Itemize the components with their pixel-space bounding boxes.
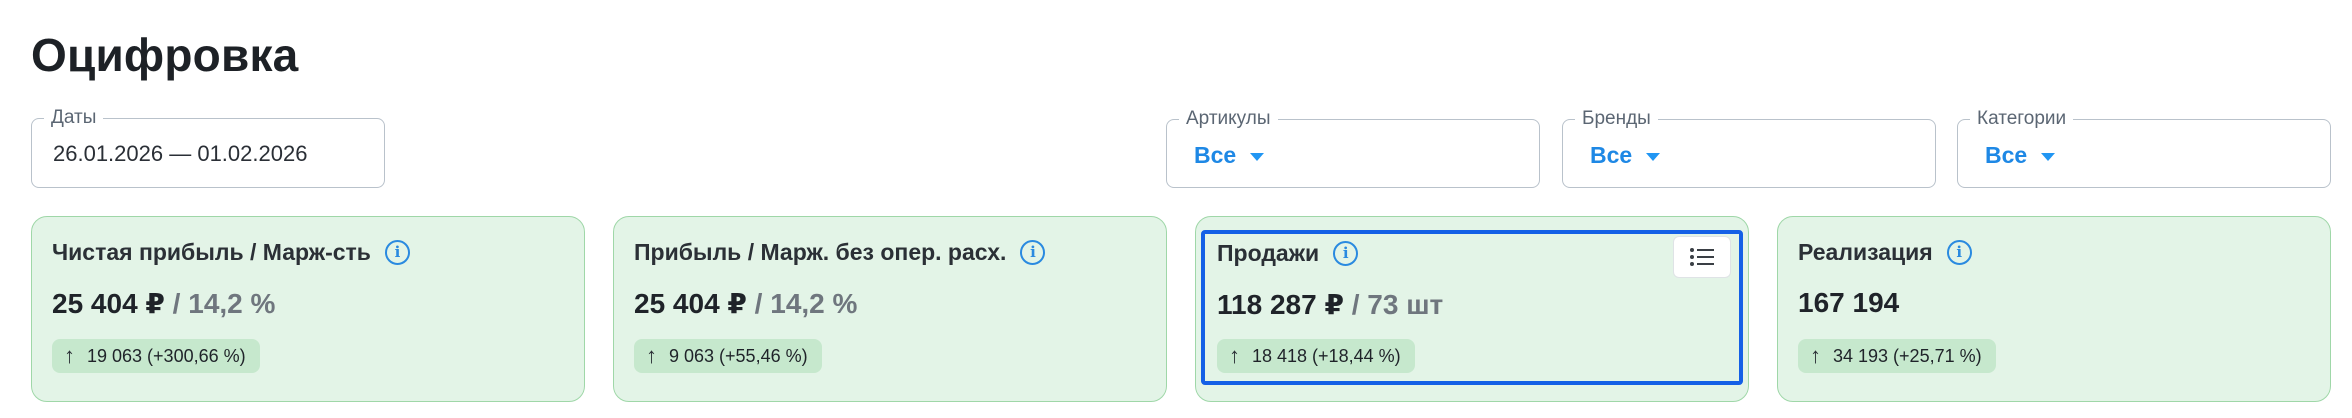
brands-select[interactable]: Бренды Все — [1562, 108, 1936, 188]
articles-label: Артикулы — [1179, 108, 1278, 130]
arrow-up-icon: ↑ — [64, 343, 75, 368]
arrow-up-icon: ↑ — [1229, 343, 1240, 368]
list-icon — [1690, 248, 1714, 266]
delta-badge: ↑ 19 063 (+300,66 %) — [52, 339, 260, 373]
brands-value: Все — [1590, 142, 1633, 168]
info-icon[interactable]: i — [384, 240, 410, 265]
articles-value: Все — [1194, 142, 1237, 168]
date-range-label: Даты — [44, 107, 104, 129]
card-value: 167 194 — [1798, 287, 1900, 318]
card-title: Прибыль / Марж. без опер. расх. — [634, 239, 1007, 265]
metric-card-realization[interactable]: Реализация i 167 194 ↑ 34 193 (+25,71 %) — [1777, 216, 2331, 402]
categories-label: Категории — [1970, 108, 2074, 130]
metric-card-profit-before-opex[interactable]: Прибыль / Марж. без опер. расх. i 25 404… — [613, 216, 1167, 402]
delta-badge: ↑ 18 418 (+18,44 %) — [1217, 339, 1415, 373]
brands-label: Бренды — [1575, 108, 1658, 130]
info-icon[interactable]: i — [1020, 240, 1046, 265]
arrow-up-icon: ↑ — [646, 343, 657, 368]
card-value: 118 287 ₽ / 73 шт — [1217, 289, 1444, 320]
arrow-up-icon: ↑ — [1810, 343, 1821, 368]
date-range-value: 26.01.2026 — 01.02.2026 — [53, 141, 308, 166]
chevron-down-icon — [2041, 152, 2056, 161]
categories-value: Все — [1985, 142, 2028, 168]
card-value: 25 404 ₽ / 14,2 % — [634, 288, 858, 319]
articles-select[interactable]: Артикулы Все — [1166, 108, 1540, 188]
card-title: Чистая прибыль / Марж-сть — [52, 239, 371, 265]
info-icon[interactable]: i — [1333, 241, 1359, 266]
chevron-down-icon — [1250, 152, 1265, 161]
info-icon[interactable]: i — [1946, 240, 1972, 265]
categories-select[interactable]: Категории Все — [1957, 108, 2331, 188]
date-range-field[interactable]: Даты 26.01.2026 — 01.02.2026 — [31, 107, 385, 188]
delta-badge: ↑ 9 063 (+55,46 %) — [634, 339, 822, 373]
card-value: 25 404 ₽ / 14,2 % — [52, 288, 276, 319]
card-title: Реализация — [1798, 239, 1933, 265]
selection-highlight: Продажи i 118 287 ₽ / 73 шт ↑ 18 418 (+1… — [1201, 230, 1743, 385]
chevron-down-icon — [1646, 152, 1661, 161]
metric-card-sales[interactable]: Продажи i 118 287 ₽ / 73 шт ↑ 18 418 (+1… — [1195, 216, 1749, 402]
delta-badge: ↑ 34 193 (+25,71 %) — [1798, 339, 1996, 373]
card-title: Продажи — [1217, 240, 1320, 266]
list-view-button[interactable] — [1673, 236, 1731, 278]
metric-card-net-profit[interactable]: Чистая прибыль / Марж-сть i 25 404 ₽ / 1… — [31, 216, 585, 402]
page-title: Оцифровка — [31, 29, 299, 81]
